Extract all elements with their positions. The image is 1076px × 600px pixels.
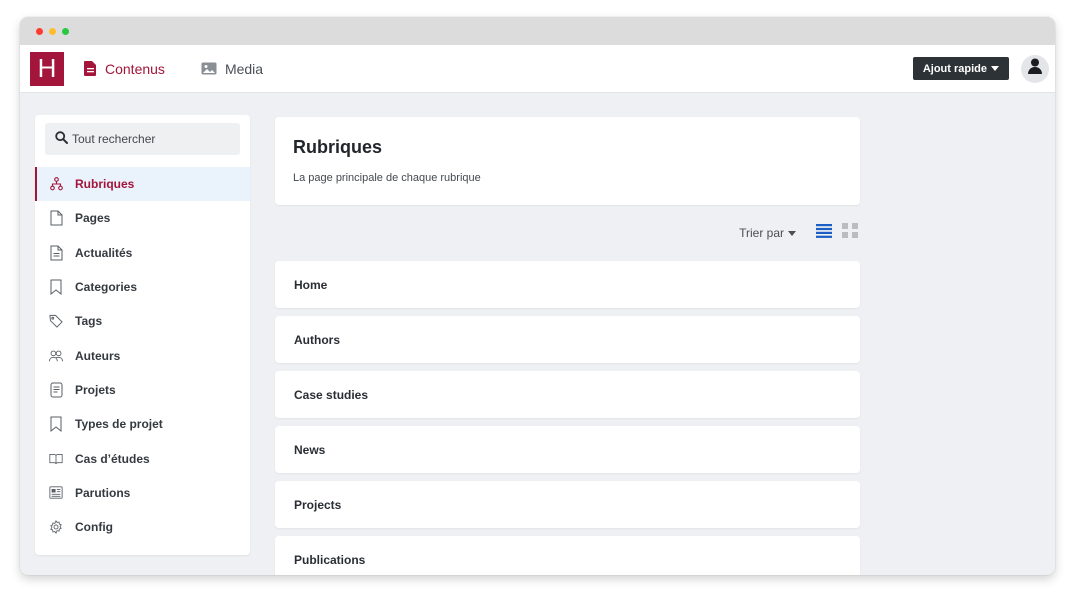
- sidebar-item-tags[interactable]: Tags: [35, 304, 250, 338]
- close-window-dot[interactable]: [36, 27, 43, 35]
- sidebar: Tout rechercher Rubriques Pages Actualit…: [35, 115, 250, 555]
- bookmark-icon: [49, 279, 63, 296]
- minimize-window-dot[interactable]: [49, 27, 56, 35]
- bookmark-icon: [49, 416, 63, 433]
- search-box[interactable]: Tout rechercher: [45, 123, 240, 155]
- sidebar-item-label: Actualités: [75, 245, 133, 260]
- caret-down-icon: [991, 63, 999, 75]
- browser-window: H Contenus Media Ajout rapide Tout reche…: [20, 17, 1055, 575]
- rubriques-list: Home Authors Case studies News Projects …: [275, 261, 860, 575]
- sidebar-item-auteurs[interactable]: Auteurs: [35, 338, 250, 372]
- list-view-icon: [816, 223, 832, 243]
- sidebar-item-label: Parutions: [75, 485, 131, 500]
- sidebar-item-categories[interactable]: Categories: [35, 270, 250, 304]
- sort-label: Trier par: [739, 226, 784, 240]
- page-header-card: Rubriques La page principale de chaque r…: [275, 117, 860, 205]
- list-view-button[interactable]: [816, 223, 832, 243]
- sidebar-item-config[interactable]: Config: [35, 510, 250, 544]
- project-icon: [49, 382, 63, 398]
- grid-view-button[interactable]: [842, 223, 858, 243]
- tag-icon: [49, 313, 63, 329]
- main-content: Rubriques La page principale de chaque r…: [275, 117, 860, 575]
- sidebar-item-label: Rubriques: [75, 177, 135, 192]
- top-navigation: H Contenus Media Ajout rapide: [20, 45, 1055, 93]
- sidebar-item-label: Cas d’études: [75, 451, 150, 466]
- document-icon: [84, 61, 97, 76]
- list-item[interactable]: News: [275, 426, 860, 473]
- page-icon: [49, 210, 63, 226]
- user-avatar[interactable]: [1021, 54, 1049, 83]
- sort-dropdown[interactable]: Trier par: [739, 226, 796, 240]
- nav-contenus[interactable]: Contenus: [84, 61, 165, 77]
- nav-contenus-label: Contenus: [105, 60, 165, 77]
- maximize-window-dot[interactable]: [62, 27, 69, 35]
- sidebar-item-label: Types de projet: [75, 417, 163, 432]
- nav-media-label: Media: [224, 60, 264, 77]
- caret-down-icon: [788, 226, 796, 240]
- quick-add-button[interactable]: Ajout rapide: [912, 57, 1009, 80]
- sidebar-item-label: Auteurs: [75, 348, 121, 363]
- user-icon: [1028, 58, 1042, 79]
- sidebar-item-types-de-projet[interactable]: Types de projet: [35, 407, 250, 441]
- list-toolbar: Trier par: [275, 205, 860, 261]
- search-icon: [55, 131, 68, 147]
- sidebar-menu: Rubriques Pages Actualités Categories Ta…: [35, 167, 250, 544]
- sidebar-item-label: Categories: [75, 280, 138, 295]
- sidebar-item-actualites[interactable]: Actualités: [35, 236, 250, 270]
- search-placeholder: Tout rechercher: [72, 132, 156, 146]
- grid-view-icon: [842, 223, 858, 243]
- gear-icon: [49, 519, 63, 535]
- sidebar-item-projets[interactable]: Projets: [35, 373, 250, 407]
- sidebar-item-parutions[interactable]: Parutions: [35, 476, 250, 510]
- sitemap-icon: [49, 176, 63, 192]
- sidebar-item-cas-detudes[interactable]: Cas d’études: [35, 441, 250, 475]
- news-icon: [49, 245, 63, 261]
- window-titlebar: [20, 17, 1055, 45]
- users-icon: [49, 348, 63, 364]
- list-item[interactable]: Publications: [275, 536, 860, 575]
- quick-add-label: Ajout rapide: [922, 62, 987, 75]
- app-logo[interactable]: H: [30, 51, 64, 86]
- sidebar-item-label: Tags: [75, 314, 103, 329]
- page-title: Rubriques: [293, 137, 383, 157]
- image-icon: [201, 62, 217, 75]
- sidebar-item-label: Pages: [75, 211, 111, 226]
- newspaper-icon: [49, 485, 63, 501]
- sidebar-item-label: Config: [75, 520, 113, 535]
- list-item[interactable]: Projects: [275, 481, 860, 528]
- list-item[interactable]: Home: [275, 261, 860, 308]
- list-item[interactable]: Authors: [275, 316, 860, 363]
- list-item[interactable]: Case studies: [275, 371, 860, 418]
- book-icon: [49, 451, 63, 467]
- nav-media[interactable]: Media: [201, 61, 263, 77]
- sidebar-item-label: Projets: [75, 382, 116, 397]
- sidebar-item-pages[interactable]: Pages: [35, 201, 250, 235]
- page-subtitle: La page principale de chaque rubrique: [293, 172, 481, 184]
- sidebar-item-rubriques[interactable]: Rubriques: [35, 167, 250, 202]
